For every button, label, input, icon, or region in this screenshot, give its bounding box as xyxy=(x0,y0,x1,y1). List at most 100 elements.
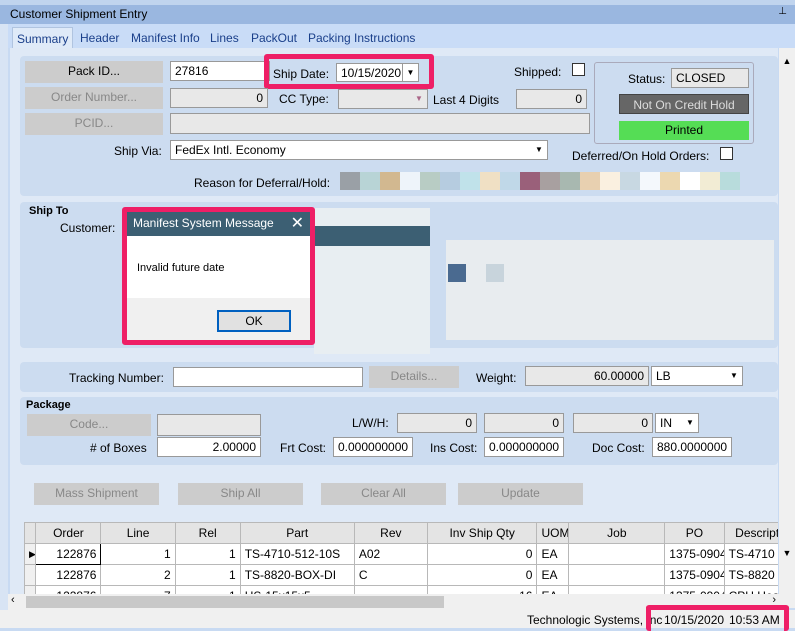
width-field[interactable]: 0 xyxy=(484,413,564,433)
order-number-field[interactable]: 0 xyxy=(170,88,268,108)
chevron-down-icon[interactable]: ▼ xyxy=(726,367,742,385)
ship-via-select[interactable]: FedEx Intl. Economy ▼ xyxy=(170,140,548,160)
cell-line[interactable]: 7 xyxy=(100,585,176,594)
cell-job[interactable] xyxy=(568,585,666,594)
table-row[interactable]: 12287621TS-8820-BOX-DIC0EA 1375-0904-DTS-… xyxy=(24,564,778,586)
cell-order[interactable]: 122876 xyxy=(35,543,102,565)
cell-uom[interactable]: EA xyxy=(536,585,570,594)
tab-manifest-info[interactable]: Manifest Info xyxy=(131,31,200,45)
pcid-field[interactable] xyxy=(170,113,590,134)
row-selector[interactable] xyxy=(24,564,37,586)
row-selector[interactable]: ▶ xyxy=(24,543,37,565)
table-row[interactable]: 12287671HS-15x15x5 16EA 1375-0904-DCPU Hea… xyxy=(24,585,778,594)
cell-rev[interactable] xyxy=(353,585,428,594)
cell-rev[interactable]: C xyxy=(353,564,428,586)
cell-job[interactable] xyxy=(568,543,666,565)
tab-summary[interactable]: Summary xyxy=(12,27,74,49)
tab-header[interactable]: Header xyxy=(80,31,119,45)
tab-bar: Summary Header Manifest Info Lines PackO… xyxy=(8,24,795,49)
code-field[interactable] xyxy=(157,414,261,436)
column-header-order[interactable]: Order xyxy=(35,522,102,544)
close-icon[interactable]: ✕ xyxy=(291,213,304,233)
cell-uom[interactable]: EA xyxy=(536,564,570,586)
tab-lines[interactable]: Lines xyxy=(210,31,239,45)
cell-order[interactable]: 122876 xyxy=(35,564,102,586)
frt-cost-field[interactable]: 0.000000000 xyxy=(333,437,413,457)
boxes-label: # of Boxes xyxy=(90,441,147,455)
order-number-button[interactable]: Order Number... xyxy=(25,87,163,109)
chevron-down-icon[interactable]: ▼ xyxy=(682,414,698,432)
ship-via-label: Ship Via: xyxy=(114,144,162,158)
cell-line[interactable]: 2 xyxy=(100,564,176,586)
dim-uom-select[interactable]: IN ▼ xyxy=(655,413,699,433)
cell-description[interactable]: CPU Heatsink me xyxy=(723,585,778,594)
pcid-button[interactable]: PCID... xyxy=(25,113,163,135)
vertical-scrollbar[interactable]: ▲ ▼ xyxy=(779,48,795,608)
weight-uom-select[interactable]: LB ▼ xyxy=(651,366,743,386)
last4-field[interactable]: 0 xyxy=(516,89,587,109)
column-header-rev[interactable]: Rev xyxy=(353,522,428,544)
length-field[interactable]: 0 xyxy=(397,413,477,433)
clear-all-button[interactable]: Clear All xyxy=(321,483,446,505)
column-header-uom[interactable]: UOM xyxy=(536,522,570,544)
deferred-checkbox[interactable] xyxy=(720,147,733,160)
tracking-input[interactable] xyxy=(173,367,363,387)
lines-grid: Order Line Rel Part Rev Inv Ship Qty UOM Job PO D… xyxy=(24,522,778,594)
column-header-rel[interactable]: Rel xyxy=(174,522,241,544)
cell-rel[interactable]: 1 xyxy=(174,543,241,565)
cell-description[interactable]: TS-8820 Baseboa xyxy=(723,564,778,586)
doc-cost-label: Doc Cost: xyxy=(592,441,645,455)
mass-shipment-button[interactable]: Mass Shipment xyxy=(34,483,159,505)
weight-field[interactable]: 60.00000 xyxy=(525,366,649,386)
column-header-part[interactable]: Part xyxy=(239,522,355,544)
cell-inv-ship-qty[interactable]: 16 xyxy=(426,585,538,594)
doc-cost-field[interactable]: 880.0000000 xyxy=(652,437,732,457)
cell-po[interactable]: 1375-0904-D xyxy=(664,585,725,594)
cc-type-select[interactable]: ▼ xyxy=(338,89,428,109)
cell-po[interactable]: 1375-0904-D xyxy=(664,543,725,565)
cell-part[interactable]: TS-8820-BOX-DI xyxy=(239,564,355,586)
cell-rel[interactable]: 1 xyxy=(174,564,241,586)
update-button[interactable]: Update xyxy=(458,483,583,505)
blurred-customer xyxy=(314,208,430,354)
column-header-description[interactable]: Description xyxy=(723,522,778,544)
table-row[interactable]: ▶12287611TS-4710-512-10SA020EA1375-0904-… xyxy=(24,543,778,565)
cell-description[interactable]: TS-4710 industria xyxy=(723,543,778,565)
ship-all-button[interactable]: Ship All xyxy=(178,483,303,505)
ok-button[interactable]: OK xyxy=(217,310,291,332)
cell-rev[interactable]: A02 xyxy=(353,543,428,565)
tracking-label: Tracking Number: xyxy=(69,371,164,385)
column-header-job[interactable]: Job xyxy=(568,522,666,544)
boxes-field[interactable]: 2.00000 xyxy=(157,437,261,457)
ins-cost-field[interactable]: 0.000000000 xyxy=(484,437,564,457)
pack-id-button[interactable]: Pack ID... xyxy=(25,61,163,83)
chevron-down-icon[interactable]: ▼ xyxy=(531,141,547,159)
tab-packout[interactable]: PackOut xyxy=(251,31,297,45)
cell-line[interactable]: 1 xyxy=(100,543,176,565)
pack-id-field[interactable]: 27816 xyxy=(170,61,270,81)
cell-job[interactable] xyxy=(568,564,666,586)
tab-packing-instructions[interactable]: Packing Instructions xyxy=(308,31,415,45)
cell-uom[interactable]: EA xyxy=(536,543,570,565)
cell-inv-ship-qty[interactable]: 0 xyxy=(426,543,538,565)
cell-po[interactable]: 1375-0904-D xyxy=(664,564,725,586)
company-name: Technologic Systems, Inc xyxy=(527,613,663,627)
cell-rel[interactable]: 1 xyxy=(174,585,241,594)
column-header-po[interactable]: PO xyxy=(664,522,725,544)
column-header-inv-ship-qty[interactable]: Inv Ship Qty xyxy=(426,522,538,544)
reason-field[interactable] xyxy=(340,172,740,190)
code-button[interactable]: Code... xyxy=(27,414,151,436)
row-selector[interactable] xyxy=(24,585,37,594)
details-button[interactable]: Details... xyxy=(369,366,459,388)
column-header-line[interactable]: Line xyxy=(100,522,176,544)
shipped-checkbox[interactable] xyxy=(572,63,585,76)
cell-inv-ship-qty[interactable]: 0 xyxy=(426,564,538,586)
cell-part[interactable]: HS-15x15x5 xyxy=(239,585,355,594)
height-field[interactable]: 0 xyxy=(573,413,653,433)
package-title: Package xyxy=(26,399,71,411)
highlight-ship-date xyxy=(264,54,434,89)
cell-order[interactable]: 122876 xyxy=(35,585,102,594)
cell-part[interactable]: TS-4710-512-10S xyxy=(239,543,355,565)
scroll-thumb[interactable] xyxy=(26,596,444,608)
pin-icon[interactable]: ⊥ xyxy=(778,6,787,17)
